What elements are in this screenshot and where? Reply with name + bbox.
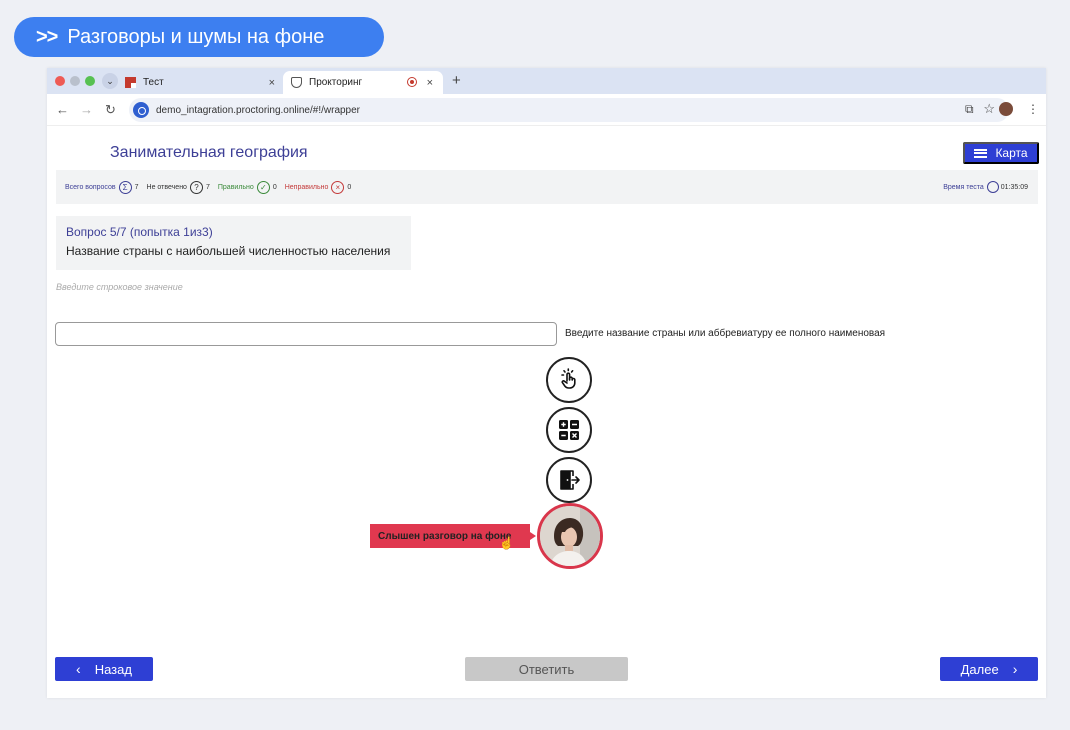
shield-favicon-icon bbox=[291, 77, 302, 88]
window-minimize-dot[interactable] bbox=[70, 76, 80, 86]
calculator-button[interactable] bbox=[546, 407, 592, 453]
stat-value: 7 bbox=[134, 183, 139, 191]
window-close-dot[interactable] bbox=[55, 76, 65, 86]
timer-value: 01:35:09 bbox=[1000, 183, 1028, 191]
back-button-label: Назад bbox=[94, 661, 132, 677]
tab-close-icon[interactable]: × bbox=[427, 77, 433, 89]
answer-input[interactable] bbox=[55, 322, 557, 346]
stat-unanswered: Не отвечено ? 7 bbox=[146, 180, 210, 194]
url-field[interactable]: demo_intagration.proctoring.online/#!/wr… bbox=[129, 98, 1009, 122]
test-timer: Время теста 01:35:09 bbox=[943, 181, 1028, 193]
sigma-icon: Σ bbox=[118, 180, 132, 194]
map-button[interactable]: Карта bbox=[963, 142, 1039, 164]
question-header: Вопрос 5/7 (попытка 1из3) bbox=[66, 225, 213, 239]
stats-bar: Всего вопросов Σ 7 Не отвечено ? 7 Прави… bbox=[56, 170, 1038, 204]
webcam-preview[interactable] bbox=[537, 503, 603, 569]
chevron-right-icon: › bbox=[1012, 661, 1018, 677]
next-button[interactable]: Далее › bbox=[940, 657, 1038, 681]
answer-button-label: Ответить bbox=[518, 661, 575, 677]
calculator-icon bbox=[559, 420, 579, 440]
answer-note: Введите название страны или аббревиатуру… bbox=[565, 328, 886, 339]
stat-value: 0 bbox=[347, 183, 352, 191]
tab-title: Тест bbox=[143, 77, 164, 88]
stat-label: Не отвечено bbox=[146, 183, 187, 191]
stat-total: Всего вопросов Σ 7 bbox=[65, 180, 139, 194]
tab-strip: ⌄ Тест × Прокторинг × + bbox=[47, 68, 1046, 94]
tab-test[interactable]: Тест × bbox=[125, 71, 285, 94]
question-card: Вопрос 5/7 (попытка 1из3) Название стран… bbox=[56, 216, 411, 270]
stat-label: Неправильно bbox=[284, 183, 329, 191]
hamburger-icon bbox=[974, 148, 988, 158]
stat-value: 7 bbox=[205, 183, 210, 191]
double-arrow-icon: >> bbox=[36, 25, 58, 48]
next-button-label: Далее bbox=[960, 661, 999, 677]
back-button[interactable]: ‹ Назад bbox=[55, 657, 153, 681]
answer-button[interactable]: Ответить bbox=[465, 657, 628, 681]
new-tab-plus-icon[interactable]: + bbox=[452, 72, 461, 89]
stopwatch-icon bbox=[986, 181, 999, 193]
cross-icon: × bbox=[331, 180, 345, 194]
recording-icon bbox=[407, 77, 417, 87]
question-mark-icon: ? bbox=[189, 180, 203, 194]
tab-proctoring[interactable]: Прокторинг × bbox=[283, 71, 443, 94]
back-arrow-icon[interactable]: ← bbox=[56, 102, 69, 117]
address-bar: ← → ↻ demo_intagration.proctoring.online… bbox=[47, 94, 1046, 126]
window-maximize-dot[interactable] bbox=[85, 76, 95, 86]
gesture-tool-button[interactable] bbox=[546, 357, 592, 403]
headline-text: Разговоры и шумы на фоне bbox=[67, 25, 325, 48]
headline-banner: >> Разговоры и шумы на фоне bbox=[14, 17, 384, 57]
browser-window: ⌄ Тест × Прокторинг × + ← → ↻ demo_intag… bbox=[47, 68, 1046, 698]
site-info-icon[interactable] bbox=[133, 102, 149, 118]
question-text: Название страны с наибольшей численность… bbox=[66, 244, 391, 258]
url-text: demo_intagration.proctoring.online/#!/wr… bbox=[156, 104, 361, 116]
stat-correct: Правильно ✓ 0 bbox=[217, 180, 277, 194]
pointing-hand-icon bbox=[561, 368, 576, 389]
answer-hint: Введите строковое значение bbox=[56, 282, 183, 292]
profile-avatar-icon[interactable] bbox=[999, 102, 1013, 116]
bookmark-star-icon[interactable]: ☆ bbox=[983, 101, 995, 117]
tab-close-icon[interactable]: × bbox=[269, 77, 275, 89]
test-favicon-icon bbox=[125, 77, 136, 88]
webcam-person-image bbox=[540, 506, 600, 566]
chevron-left-icon: ‹ bbox=[76, 661, 81, 677]
reload-icon[interactable]: ↻ bbox=[105, 102, 116, 118]
extensions-puzzle-icon[interactable]: ⧉ bbox=[965, 102, 974, 117]
stat-label: Всего вопросов bbox=[65, 183, 116, 191]
page-content: Занимательная география Карта Всего вопр… bbox=[47, 126, 1046, 698]
browser-menu-kebab-icon[interactable]: ⋮ bbox=[1027, 102, 1039, 116]
stat-label: Правильно bbox=[217, 183, 254, 191]
timer-label: Время теста bbox=[943, 183, 984, 191]
stat-value: 0 bbox=[272, 183, 277, 191]
map-button-label: Карта bbox=[995, 146, 1028, 160]
page-title: Занимательная география bbox=[110, 144, 308, 161]
check-icon: ✓ bbox=[256, 180, 270, 194]
forward-arrow-icon[interactable]: → bbox=[80, 102, 93, 117]
tab-search-chevron-icon[interactable]: ⌄ bbox=[102, 73, 118, 89]
door-exit-icon bbox=[560, 470, 580, 490]
tab-title: Прокторинг bbox=[309, 77, 363, 88]
exit-test-button[interactable] bbox=[546, 457, 592, 503]
stat-wrong: Неправильно × 0 bbox=[284, 180, 352, 194]
mouse-pointer-icon: ☝ bbox=[499, 536, 514, 550]
